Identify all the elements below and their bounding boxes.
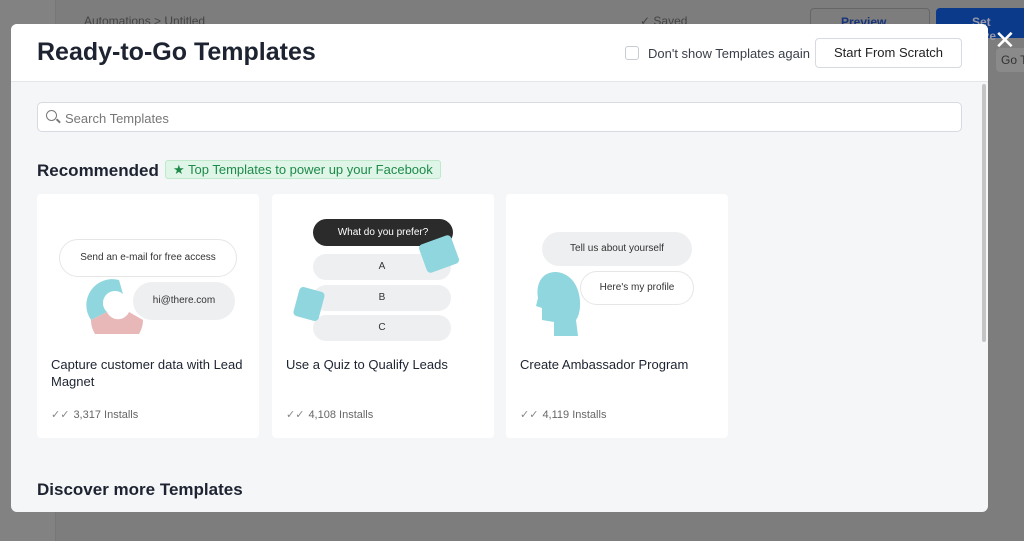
- preview-bubble: hi@there.com: [133, 282, 235, 320]
- scrollbar[interactable]: [982, 84, 986, 342]
- card-title: Capture customer data with Lead Magnet: [51, 357, 243, 389]
- recommended-heading: Recommended: [37, 161, 159, 180]
- modal-title: Ready-to-Go Templates: [37, 38, 316, 66]
- dont-show-checkbox[interactable]: [625, 46, 639, 60]
- installs-count: ✓✓ 4,119 Installs: [520, 409, 607, 421]
- template-card[interactable]: What do you prefer? A B C Use a Quiz to …: [272, 194, 494, 438]
- templates-modal: Ready-to-Go Templates Don't show Templat…: [11, 24, 988, 512]
- search-input[interactable]: Search Templates: [37, 102, 962, 132]
- card-title: Create Ambassador Program: [520, 357, 689, 372]
- top-templates-badge: ★ Top Templates to power up your Faceboo…: [165, 160, 441, 179]
- search-placeholder: Search Templates: [65, 111, 169, 126]
- preview-bubble: Send an e-mail for free access: [59, 239, 237, 277]
- start-from-scratch-button[interactable]: Start From Scratch: [815, 38, 962, 68]
- preview-bubble: Tell us about yourself: [542, 232, 692, 266]
- template-card[interactable]: Send an e-mail for free access hi@there.…: [37, 194, 259, 438]
- double-check-icon: ✓✓: [520, 409, 539, 421]
- option-b: B: [313, 285, 451, 311]
- discover-heading: Discover more Templates: [37, 480, 243, 499]
- double-check-icon: ✓✓: [286, 409, 305, 421]
- option-c: C: [313, 315, 451, 341]
- search-icon: [46, 110, 57, 121]
- close-icon[interactable]: ✕: [994, 27, 1016, 53]
- card-title: Use a Quiz to Qualify Leads: [286, 357, 448, 372]
- installs-count: ✓✓ 4,108 Installs: [286, 409, 374, 421]
- template-card[interactable]: Tell us about yourself Here's my profile…: [506, 194, 728, 438]
- installs-count: ✓✓ 3,317 Installs: [51, 409, 139, 421]
- modal-header: Ready-to-Go Templates Don't show Templat…: [11, 24, 988, 82]
- profile-head-icon: [536, 272, 581, 336]
- preview-bubble: Here's my profile: [580, 271, 694, 305]
- dont-show-label[interactable]: Don't show Templates again: [648, 46, 810, 61]
- double-check-icon: ✓✓: [51, 409, 70, 421]
